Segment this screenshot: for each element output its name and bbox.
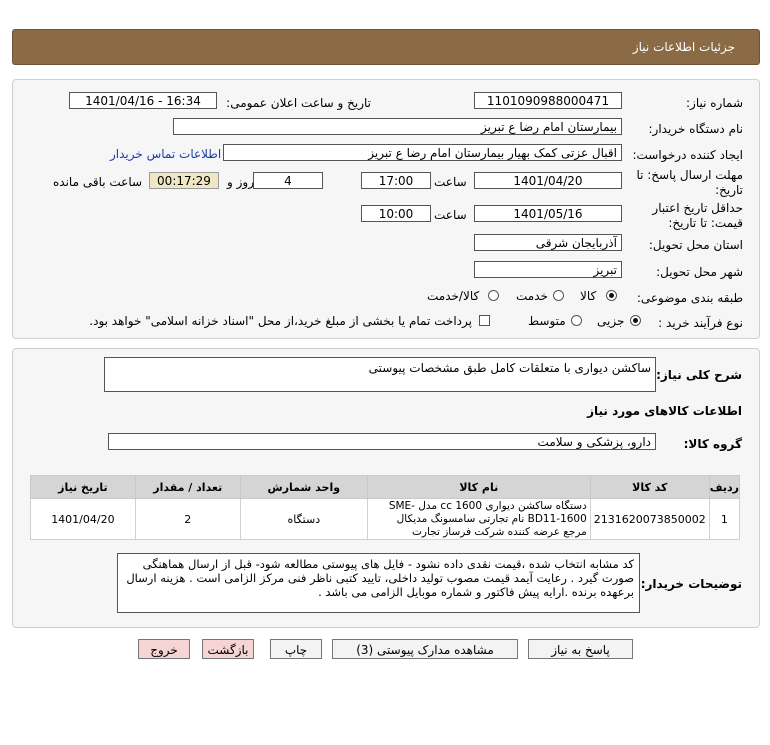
reply-deadline-date: 1401/04/20 (474, 172, 622, 189)
price-validity-label-2: قیمت: تا تاریخ: (668, 216, 743, 230)
goods-table-header: ردیف کد کالا نام کالا واحد شمارش تعداد /… (30, 475, 741, 499)
cell-code: 2131620073850002 (589, 498, 710, 540)
page-title: جزئیات اطلاعات نیاز (632, 40, 735, 54)
delivery-city-field: تبریز (474, 261, 622, 278)
buyer-notes-field: کد مشابه انتخاب شده ،قیمت نقدی داده نشود… (117, 553, 640, 613)
process-partial-radio[interactable] (630, 315, 641, 326)
reply-deadline-label-1: مهلت ارسال پاسخ: تا (636, 168, 743, 182)
announce-datetime-label: تاریخ و ساعت اعلان عمومی: (226, 96, 371, 110)
table-row: 1 2131620073850002 دستگاه ساکشن دیواری 1… (30, 498, 741, 540)
col-date: تاریخ نیاز (30, 475, 136, 499)
creator-field: اقبال عزتی کمک بهیار بیمارستان امام رضا … (223, 144, 622, 161)
cell-date: 1401/04/20 (30, 498, 136, 540)
category-service-radio[interactable] (553, 290, 564, 301)
back-button[interactable]: بازگشت (202, 639, 254, 659)
price-validity-time-label: ساعت (434, 208, 467, 222)
treasury-payment-checkbox[interactable] (479, 315, 490, 326)
view-documents-button[interactable]: مشاهده مدارک پیوستی (3) (332, 639, 518, 659)
delivery-city-label: شهر محل تحویل: (656, 265, 743, 279)
goods-group-label: گروه کالا: (683, 437, 742, 451)
col-row: ردیف (708, 475, 741, 499)
process-medium-label: متوسط (528, 314, 566, 328)
price-validity-time: 10:00 (361, 205, 431, 222)
buyer-org-label: نام دستگاه خریدار: (648, 122, 744, 136)
reply-deadline-time: 17:00 (361, 172, 431, 189)
category-goods-radio[interactable] (606, 290, 617, 301)
buyer-org-field: بیمارستان امام رضا ع تبریز (173, 118, 622, 135)
need-number-field: 1101090988000471 (474, 92, 622, 109)
print-button[interactable]: چاپ (270, 639, 322, 659)
category-service-label: خدمت (516, 289, 548, 303)
process-type-label: نوع فرآیند خرید : (658, 316, 743, 330)
reply-deadline-label-2: تاریخ: (715, 183, 743, 197)
remaining-time-field: 00:17:29 (149, 172, 219, 189)
exit-button[interactable]: خروج (138, 639, 190, 659)
delivery-province-label: استان محل تحویل: (648, 238, 743, 252)
category-label: طبقه بندی موضوعی: (636, 291, 743, 305)
col-name: نام کالا (366, 475, 591, 499)
reply-days-field: 4 (253, 172, 323, 189)
buyer-notes-label: توضیحات خریدار: (640, 577, 742, 591)
page-header: جزئیات اطلاعات نیاز (12, 29, 760, 65)
cell-qty: 2 (134, 498, 241, 540)
cell-row: 1 (708, 498, 741, 540)
creator-label: ایجاد کننده درخواست: (632, 148, 743, 162)
category-goods-service-radio[interactable] (488, 290, 499, 301)
reply-button[interactable]: پاسخ به نیاز (528, 639, 633, 659)
buyer-contact-link[interactable]: اطلاعات تماس خریدار (110, 147, 221, 161)
goods-table: ردیف کد کالا نام کالا واحد شمارش تعداد /… (30, 475, 741, 540)
cell-unit: دستگاه (239, 498, 368, 540)
treasury-payment-note: پرداخت تمام یا بخشی از مبلغ خرید،از محل … (89, 314, 472, 328)
goods-group-field: دارو، پزشکی و سلامت (108, 433, 656, 450)
announce-datetime-field: 1401/04/16 - 16:34 (69, 92, 217, 109)
remaining-time-label: ساعت باقی مانده (53, 175, 143, 189)
general-desc-label: شرح کلی نیاز: (656, 368, 742, 382)
category-goods-label: کالا (580, 289, 597, 303)
price-validity-label-1: حداقل تاریخ اعتبار (652, 201, 743, 215)
price-validity-date: 1401/05/16 (474, 205, 622, 222)
goods-info-title: اطلاعات کالاهای مورد نیاز (587, 404, 742, 418)
process-medium-radio[interactable] (571, 315, 582, 326)
col-code: کد کالا (589, 475, 710, 499)
category-goods-service-label: کالا/خدمت (427, 289, 480, 303)
reply-days-label: روز و (227, 175, 254, 189)
delivery-province-field: آذربایجان شرقی (474, 234, 622, 251)
cell-name: دستگاه ساکشن دیواری 1600 cc مدل SME-BD11… (366, 498, 591, 540)
general-desc-field: ساکشن دیواری با متعلقات کامل طبق مشخصات … (104, 357, 656, 392)
reply-deadline-time-label: ساعت (434, 175, 467, 189)
col-qty: تعداد / مقدار (134, 475, 241, 499)
col-unit: واحد شمارش (239, 475, 368, 499)
process-partial-label: جزیی (597, 314, 625, 328)
need-number-label: شماره نیاز: (686, 96, 743, 110)
